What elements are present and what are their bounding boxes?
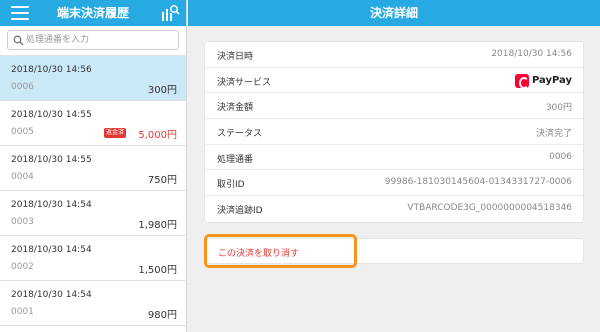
cancel-payment-button[interactable]: この決済を取り消す xyxy=(218,246,299,259)
history-item-amount: 300円 xyxy=(147,85,177,96)
paypay-icon xyxy=(514,73,529,89)
detail-card: 決済日時 2018/10/30 14:56 決済サービス PayPay 決済金額 300円… xyxy=(204,41,584,223)
detail-row: 決済金額 300円 xyxy=(205,93,583,120)
history-item[interactable]: 2018/10/30 14:54 0002 1,500円 xyxy=(0,236,186,281)
detail-row-label: ステータス xyxy=(217,129,263,140)
detail-row-value: 0006 xyxy=(549,151,572,162)
detail-row-value: 99986-181030145604-0134331727-0006 xyxy=(384,177,572,188)
detail-row: 処理通番 0006 xyxy=(205,145,583,171)
detail-row-label: 決済サービス xyxy=(217,77,272,88)
paypay-logo: PayPay xyxy=(514,73,572,89)
search-icon xyxy=(13,35,24,46)
history-item-number: 0003 xyxy=(11,217,34,227)
history-item[interactable]: 2018/10/30 14:55 0005 返金済 5,000円 xyxy=(0,101,186,146)
history-item[interactable]: 2018/10/30 14:54 0001 980円 xyxy=(0,281,186,326)
history-item-amount: 980円 xyxy=(147,310,177,321)
history-title: 端末決済履歴 xyxy=(56,6,129,20)
history-item-date: 2018/10/30 14:55 xyxy=(11,155,92,165)
cancel-card: この決済を取り消す xyxy=(204,238,584,264)
history-item-date: 2018/10/30 14:54 xyxy=(11,290,92,300)
detail-row: 決済日時 2018/10/30 14:56 xyxy=(205,42,583,68)
history-item-amount: 5,000円 xyxy=(138,130,177,141)
history-item-amount: 1,500円 xyxy=(138,265,177,276)
detail-title: 決済詳細 xyxy=(188,0,600,26)
detail-row-label: 取引ID xyxy=(217,180,245,191)
detail-row: 取引ID 99986-181030145604-0134331727-0006 xyxy=(205,170,583,197)
detail-row-value: VTBARCODE3G_0000000004518346 xyxy=(407,203,572,214)
history-pane: 端末決済履歴 2018/10/30 14:560006300円2018/10/3… xyxy=(0,0,187,332)
detail-pane: 決済詳細 決済日時 2018/10/30 14:56 決済サービス PayPay 決済金… xyxy=(188,0,600,332)
history-item[interactable]: 2018/10/30 14:54 0003 1,980円 xyxy=(0,191,186,236)
history-item-number: 0004 xyxy=(11,172,34,182)
refund-badge: 返金済 xyxy=(103,128,126,138)
history-item-date: 2018/10/30 14:54 xyxy=(11,245,92,255)
detail-row-value: 300円 xyxy=(545,103,572,114)
detail-row: 決済サービス PayPay xyxy=(205,68,583,94)
history-item-date: 2018/10/30 14:54 xyxy=(11,200,92,210)
history-item-date: 2018/10/30 14:56 xyxy=(11,65,92,75)
history-header: 端末決済履歴 xyxy=(0,0,186,26)
history-list: 2018/10/30 14:56 0006 300円 2018/10/30 14:55… xyxy=(0,56,186,326)
history-item-number: 0001 xyxy=(11,307,34,317)
search-input[interactable] xyxy=(26,31,176,49)
history-item[interactable]: 2018/10/30 14:56 0006 300円 xyxy=(0,56,186,101)
search-bar xyxy=(0,26,186,56)
history-item[interactable]: 2018/10/30 14:55 0004 750円 xyxy=(0,146,186,191)
history-item-number: 0002 xyxy=(11,262,34,272)
history-item-number: 0005 xyxy=(11,127,34,137)
detail-row-label: 決済日時 xyxy=(217,52,254,62)
filter-chart-icon[interactable] xyxy=(160,4,180,22)
detail-row-value: 2018/10/30 14:56 xyxy=(491,49,572,59)
history-item-date: 2018/10/30 14:55 xyxy=(11,110,92,120)
search-box[interactable] xyxy=(7,30,179,50)
detail-row-label: 処理通番 xyxy=(217,154,254,165)
detail-row-label: 決済金額 xyxy=(217,103,254,114)
history-item-amount: 750円 xyxy=(147,175,177,186)
detail-row: ステータス 決済完了 xyxy=(205,119,583,145)
detail-row: 決済追跡ID VTBARCODE3G_0000000004518346 xyxy=(205,196,583,222)
history-item-number: 0006 xyxy=(11,82,34,92)
detail-row-value: PayPay xyxy=(531,75,572,87)
detail-row-value: 決済完了 xyxy=(535,129,572,140)
detail-row-label: 決済追跡ID xyxy=(217,206,263,217)
history-item-amount: 1,980円 xyxy=(138,220,177,231)
